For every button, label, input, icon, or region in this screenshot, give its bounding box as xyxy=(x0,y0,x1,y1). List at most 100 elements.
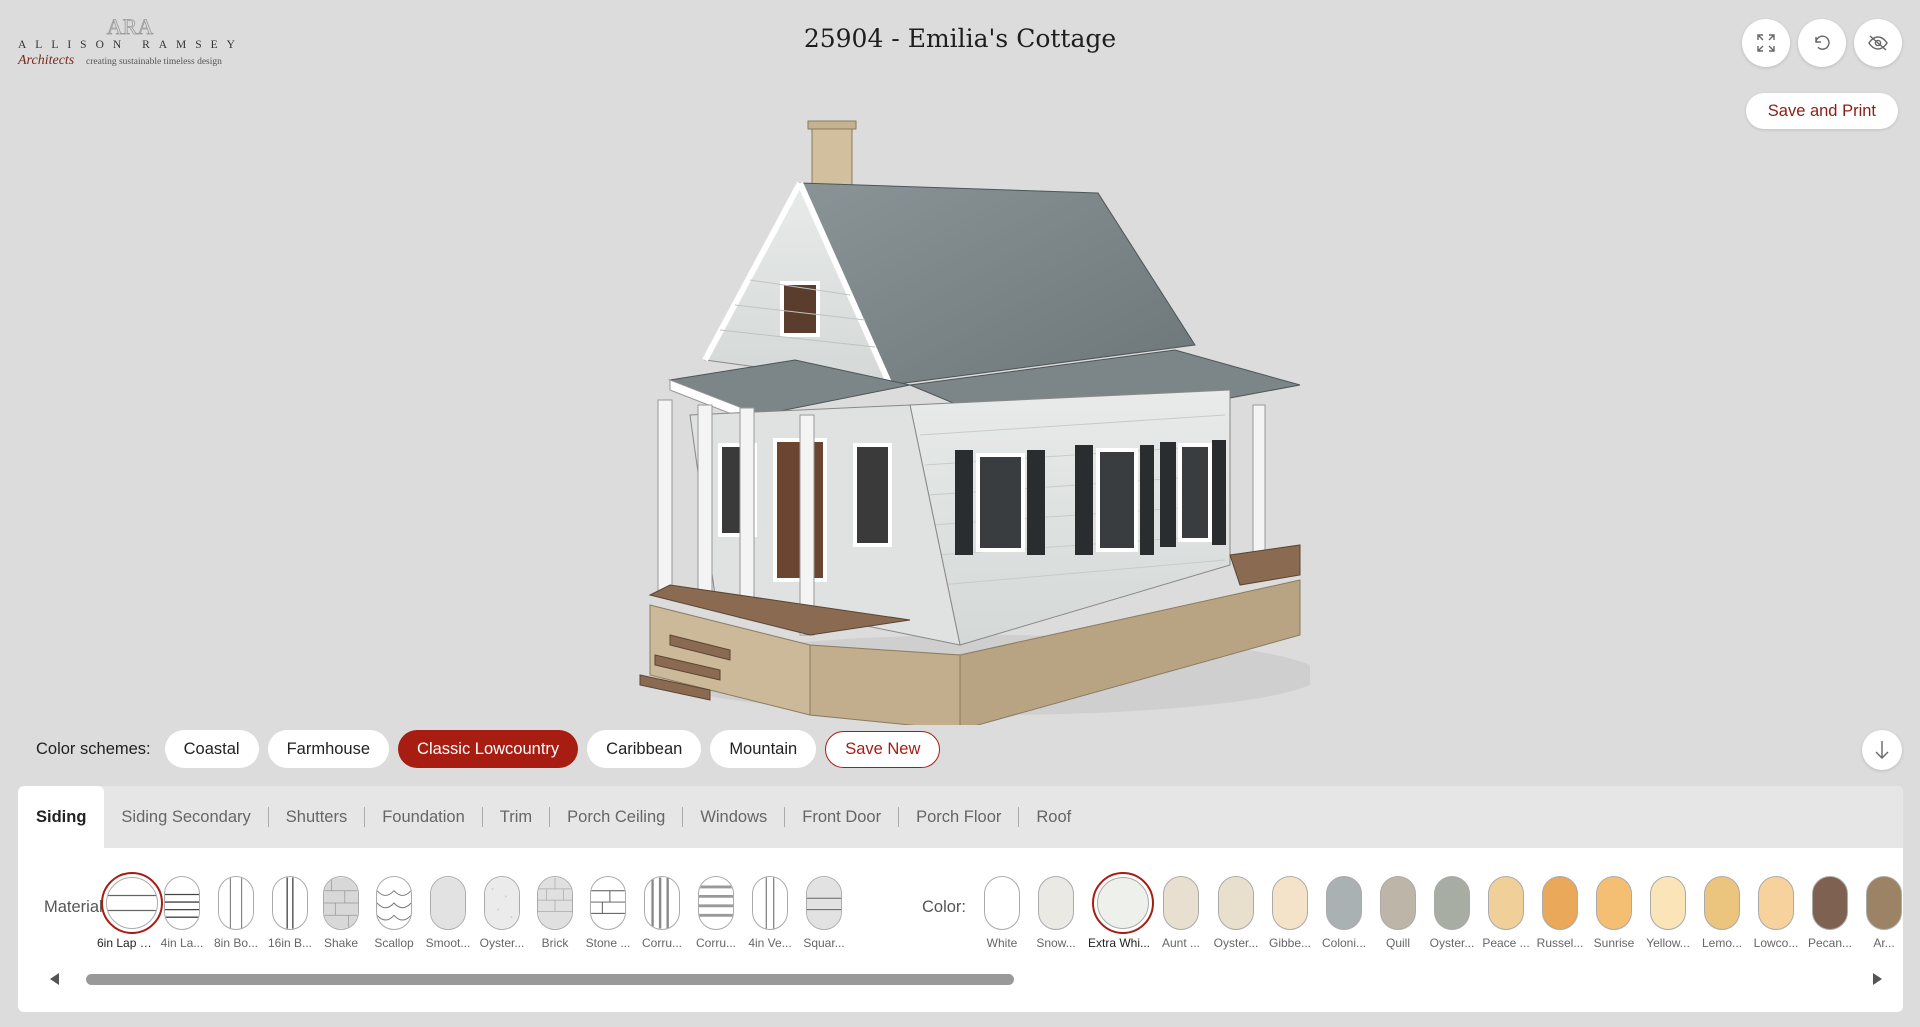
color-swatch[interactable] xyxy=(1596,876,1632,930)
scheme-classic-lowcountry[interactable]: Classic Lowcountry xyxy=(398,730,579,768)
color-swatch[interactable] xyxy=(1218,876,1254,930)
color-caption: White xyxy=(986,936,1018,950)
color-swatch[interactable] xyxy=(1704,876,1740,930)
tab-porch-floor[interactable]: Porch Floor xyxy=(899,807,1020,827)
material-swatch[interactable] xyxy=(430,876,466,930)
color-caption: Extra Whi... xyxy=(1088,936,1150,950)
material-option-brick[interactable]: Brick xyxy=(528,876,582,950)
color-swatch[interactable] xyxy=(1866,876,1902,930)
material-option-oyster[interactable]: Oyster... xyxy=(475,876,529,950)
tab-trim[interactable]: Trim xyxy=(483,807,551,827)
scheme-farmhouse[interactable]: Farmhouse xyxy=(267,730,390,768)
color-option[interactable]: Snow... xyxy=(1029,876,1083,950)
reset-view-button[interactable] xyxy=(1798,19,1846,67)
material-option-smooth[interactable]: Smoot... xyxy=(421,876,475,950)
material-option-corrugated-v[interactable]: Corru... xyxy=(635,876,689,950)
tab-porch-ceiling[interactable]: Porch Ceiling xyxy=(550,807,684,827)
material-swatch[interactable] xyxy=(590,876,626,930)
material-option-square[interactable]: Squar... xyxy=(797,876,851,950)
eye-off-icon xyxy=(1868,35,1888,51)
color-option[interactable]: Lowco... xyxy=(1749,876,1803,950)
tab-roof[interactable]: Roof xyxy=(1019,807,1088,827)
material-swatch[interactable] xyxy=(101,872,163,934)
material-swatch[interactable] xyxy=(484,876,520,930)
material-swatch[interactable] xyxy=(323,876,359,930)
color-option[interactable]: Russel... xyxy=(1533,876,1587,950)
toggle-visibility-button[interactable] xyxy=(1854,19,1902,67)
tab-siding-secondary[interactable]: Siding Secondary xyxy=(104,807,269,827)
color-swatch[interactable] xyxy=(1812,876,1848,930)
horizontal-scrollbar[interactable] xyxy=(46,971,1886,987)
color-option[interactable]: Yellow... xyxy=(1641,876,1695,950)
material-caption: 8in Bo... xyxy=(213,936,259,950)
color-swatch[interactable] xyxy=(1272,876,1308,930)
color-swatch[interactable] xyxy=(1380,876,1416,930)
tab-foundation[interactable]: Foundation xyxy=(365,807,483,827)
material-swatch[interactable] xyxy=(806,876,842,930)
save-print-button[interactable]: Save and Print xyxy=(1745,93,1898,129)
material-swatch[interactable] xyxy=(218,876,254,930)
color-option[interactable]: Quill xyxy=(1371,876,1425,950)
color-caption: Oyster... xyxy=(1213,936,1259,950)
material-swatch[interactable] xyxy=(376,876,412,930)
material-swatch[interactable] xyxy=(164,876,200,930)
options-panel: Siding Siding Secondary Shutters Foundat… xyxy=(18,786,1903,1012)
color-swatch[interactable] xyxy=(1650,876,1686,930)
color-swatch[interactable] xyxy=(1326,876,1362,930)
save-new-scheme-button[interactable]: Save New xyxy=(825,730,941,768)
material-caption: Smoot... xyxy=(425,936,471,950)
color-swatch[interactable] xyxy=(1434,876,1470,930)
material-option-board-batten[interactable]: 8in Bo... xyxy=(209,876,263,950)
color-option[interactable]: Gibbe... xyxy=(1263,876,1317,950)
color-option[interactable]: Oyster... xyxy=(1425,876,1479,950)
color-option[interactable]: Aunt ... xyxy=(1154,876,1208,950)
color-swatch[interactable] xyxy=(1542,876,1578,930)
material-caption: Scallop xyxy=(374,936,414,950)
scheme-coastal[interactable]: Coastal xyxy=(164,730,259,768)
color-swatch[interactable] xyxy=(1758,876,1794,930)
material-option-shake[interactable]: Shake xyxy=(314,876,368,950)
scroll-right-icon[interactable] xyxy=(1873,973,1882,985)
color-option[interactable]: Peace ... xyxy=(1479,876,1533,950)
material-option-board-batten-wide[interactable]: 16in B... xyxy=(263,876,317,950)
color-swatch[interactable] xyxy=(1163,876,1199,930)
color-option[interactable]: White xyxy=(975,876,1029,950)
material-caption: 6in Lap Si... xyxy=(97,936,159,950)
material-label: Material: xyxy=(44,898,108,916)
material-option-corrugated-h[interactable]: Corru... xyxy=(689,876,743,950)
color-option[interactable]: Extra Whi... xyxy=(1088,872,1154,950)
material-option-lap-wide[interactable]: 6in Lap Si... xyxy=(97,872,163,950)
color-swatch[interactable] xyxy=(1488,876,1524,930)
collapse-panel-button[interactable] xyxy=(1862,730,1902,770)
tab-front-door[interactable]: Front Door xyxy=(785,807,900,827)
fullscreen-button[interactable] xyxy=(1742,19,1790,67)
tab-siding[interactable]: Siding xyxy=(18,786,105,848)
color-option[interactable]: Ar... xyxy=(1857,876,1903,950)
material-swatch[interactable] xyxy=(272,876,308,930)
color-option[interactable]: Oyster... xyxy=(1209,876,1263,950)
color-option[interactable]: Coloni... xyxy=(1317,876,1371,950)
tab-windows[interactable]: Windows xyxy=(683,807,786,827)
color-swatch[interactable] xyxy=(984,876,1020,930)
color-option[interactable]: Lemo... xyxy=(1695,876,1749,950)
scheme-caribbean[interactable]: Caribbean xyxy=(587,730,702,768)
scroll-thumb[interactable] xyxy=(86,974,1014,985)
color-caption: Aunt ... xyxy=(1161,936,1201,950)
material-option-vertical[interactable]: 4in Ve... xyxy=(743,876,797,950)
material-option-lap-narrow[interactable]: 4in La... xyxy=(155,876,209,950)
scroll-left-icon[interactable] xyxy=(50,973,59,985)
tab-shutters[interactable]: Shutters xyxy=(269,807,366,827)
material-swatch[interactable] xyxy=(537,876,573,930)
material-option-scallop[interactable]: Scallop xyxy=(367,876,421,950)
material-option-stone[interactable]: Stone ... xyxy=(581,876,635,950)
color-caption: Sunrise xyxy=(1593,936,1635,950)
color-swatch[interactable] xyxy=(1038,876,1074,930)
house-3d-preview[interactable] xyxy=(610,115,1310,725)
material-swatch[interactable] xyxy=(644,876,680,930)
scheme-mountain[interactable]: Mountain xyxy=(710,730,817,768)
color-option[interactable]: Sunrise xyxy=(1587,876,1641,950)
color-swatch[interactable] xyxy=(1092,872,1154,934)
material-swatch[interactable] xyxy=(698,876,734,930)
color-option[interactable]: Pecan... xyxy=(1803,876,1857,950)
material-swatch[interactable] xyxy=(752,876,788,930)
